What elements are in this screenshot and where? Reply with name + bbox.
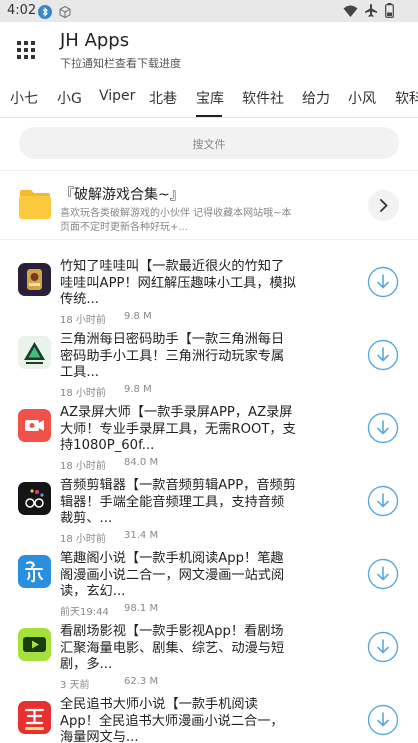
item-size: 98.1 M [124, 603, 159, 614]
active-tab-indicator [196, 115, 222, 117]
collection-description: 喜欢玩各类破解游戏的小伙伴 记得收藏本网站哦~本页面不定时更新各种好玩+... [60, 208, 292, 233]
list-item[interactable]: AZ录屏大师【一款手录屏APP，AZ录屏大师！专业手录屏工具，无需ROOT，支持… [0, 405, 418, 478]
bluetooth-notification-icon [38, 4, 52, 23]
download-icon[interactable] [367, 485, 399, 517]
screen-recorder-icon [18, 409, 51, 442]
chevron-right-icon[interactable] [368, 190, 399, 221]
item-time: 前天19:44 [60, 607, 109, 618]
collection-title: 『破解游戏合集~』 [60, 187, 184, 203]
tab-ruanjianshe[interactable]: 软件社 [242, 88, 284, 108]
list-item[interactable]: 全民追书大师小说【一款手机阅读App！全民追书大师漫画小说二合一，海量网文与..… [0, 697, 418, 743]
download-icon[interactable] [367, 631, 399, 663]
list-item[interactable]: 三角洲每日密码助手【一款三角洲每日密码助手小工具！三角洲行动玩家专属工具... … [0, 332, 418, 405]
app-subtitle: 下拉通知栏查看下载进度 [60, 57, 181, 70]
tab-xiaog[interactable]: 小G [57, 88, 82, 108]
item-title: 三角洲每日密码助手【一款三角洲每日密码助手小工具！三角洲行动玩家专属工具... [60, 332, 285, 380]
item-time: 3 天前 [60, 680, 90, 691]
item-size: 62.3 M [124, 676, 159, 687]
download-icon[interactable] [367, 266, 399, 298]
audio-editor-icon [18, 482, 51, 515]
list-item[interactable]: 音频剪辑器【一款音频剪辑APP，音频剪辑器！手端全能音频理工具，支持音频裁剪、.… [0, 478, 418, 551]
collection-card[interactable]: 『破解游戏合集~』 喜欢玩各类破解游戏的小伙伴 记得收藏本网站哦~本页面不定时更… [0, 170, 418, 240]
apps-grid-icon[interactable] [17, 41, 35, 59]
tab-xiaofeng[interactable]: 小风 [348, 88, 376, 108]
item-size: 9.8 M [124, 384, 152, 395]
item-title: 看剧场影视【一款手影视App！看剧场汇聚海量电影、剧集、综艺、动漫与短剧，多..… [60, 624, 285, 672]
folder-icon [18, 188, 52, 220]
tab-beixiang[interactable]: 北巷 [149, 88, 177, 108]
list-item[interactable]: 笔趣阁小说【一款手机阅读App！笔趣阁漫画小说二合一，网文漫画一站式阅读，玄幻.… [0, 551, 418, 624]
zhizhidaowajiao-icon [18, 263, 51, 296]
item-size: 84.0 M [124, 457, 159, 468]
list-item[interactable]: 看剧场影视【一款手影视App！看剧场汇聚海量电影、剧集、综艺、动漫与短剧，多..… [0, 624, 418, 697]
status-bar: 4:02 [0, 0, 418, 22]
app-title: JH Apps [60, 30, 130, 51]
list-item[interactable]: 竹知了哇哇叫【一款最近很火的竹知了哇哇叫APP！网红解压趣味小工具，模拟传统..… [0, 259, 418, 332]
search-placeholder: 搜文件 [192, 138, 226, 151]
search-input[interactable]: 搜文件 [19, 127, 399, 159]
item-title: AZ录屏大师【一款手录屏APP，AZ录屏大师！专业手录屏工具，无需ROOT，支持… [60, 405, 296, 453]
biquge-reader-icon [18, 555, 51, 588]
source-tabs: 小七 小G Viper 北巷 宝库 软件社 给力 小风 软科 [0, 78, 418, 118]
download-icon[interactable] [367, 558, 399, 590]
airplane-mode-icon [364, 3, 378, 22]
tab-xiaoqi[interactable]: 小七 [10, 88, 38, 108]
app-bar: JH Apps 下拉通知栏查看下载进度 [0, 22, 418, 78]
tab-ruanke[interactable]: 软科 [395, 88, 418, 108]
item-title: 笔趣阁小说【一款手机阅读App！笔趣阁漫画小说二合一，网文漫画一站式阅读，玄幻.… [60, 551, 285, 599]
item-title: 竹知了哇哇叫【一款最近很火的竹知了哇哇叫APP！网红解压趣味小工具，模拟传统..… [60, 259, 296, 307]
item-time: 18 小时前 [60, 461, 106, 472]
download-icon[interactable] [367, 704, 399, 736]
triangle-password-icon [18, 336, 51, 369]
item-time: 18 小时前 [60, 388, 106, 399]
tab-geili[interactable]: 给力 [302, 88, 330, 108]
item-title: 全民追书大师小说【一款手机阅读App！全民追书大师漫画小说二合一，海量网文与..… [60, 697, 284, 743]
aikan-video-icon [18, 628, 51, 661]
quanmin-reader-icon [18, 701, 51, 734]
cube-notification-icon [58, 4, 72, 23]
item-title: 音频剪辑器【一款音频剪辑APP，音频剪辑器！手端全能音频理工具，支持音频裁剪、.… [60, 478, 296, 526]
item-time: 18 小时前 [60, 315, 106, 326]
item-time: 18 小时前 [60, 534, 106, 545]
download-icon[interactable] [367, 412, 399, 444]
tab-baoku[interactable]: 宝库 [196, 88, 224, 108]
battery-icon [385, 3, 394, 22]
tab-viper[interactable]: Viper [99, 88, 135, 104]
download-icon[interactable] [367, 339, 399, 371]
item-size: 31.4 M [124, 530, 159, 541]
item-size: 9.8 M [124, 311, 152, 322]
status-time: 4:02 [7, 3, 37, 18]
wifi-icon [343, 3, 358, 22]
